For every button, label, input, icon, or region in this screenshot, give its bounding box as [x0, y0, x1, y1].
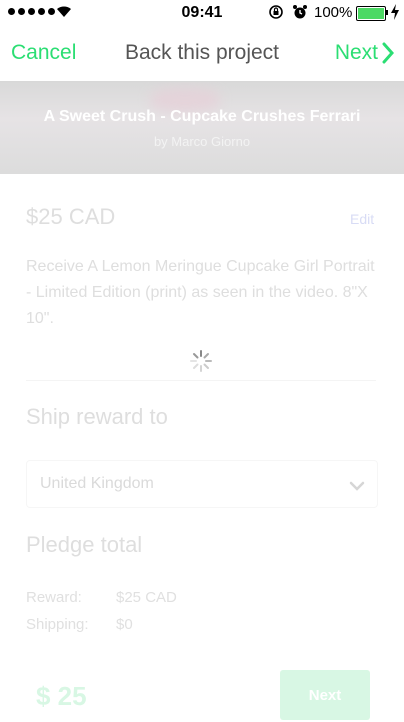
rotation-lock-icon	[269, 5, 283, 19]
next-button[interactable]: Next	[280, 670, 370, 720]
shipping-summary-value: $0	[116, 616, 133, 633]
divider	[26, 380, 376, 381]
reward-summary-value: $25 CAD	[116, 589, 177, 606]
reward-summary-key: Reward:	[26, 589, 82, 606]
next-nav-button[interactable]: Next	[335, 41, 394, 65]
project-title: A Sweet Crush - Cupcake Crushes Ferrari	[43, 108, 361, 125]
pledge-total-label: Pledge total	[26, 532, 143, 557]
chevron-right-icon	[382, 42, 394, 64]
reward-price: $25 CAD	[26, 204, 116, 229]
edit-reward-button[interactable]: Edit	[350, 211, 374, 227]
alarm-icon	[293, 5, 307, 19]
country-value: United Kingdom	[40, 475, 154, 492]
project-header: A Sweet Crush - Cupcake Crushes Ferrari …	[0, 82, 404, 174]
shipping-summary-key: Shipping:	[26, 616, 89, 633]
battery-percentage: 100%	[314, 4, 353, 21]
pledge-total-amount: $ 25	[36, 681, 87, 711]
charging-icon	[391, 4, 399, 20]
cancel-button[interactable]: Cancel	[11, 41, 76, 65]
next-nav-label: Next	[334, 41, 378, 64]
battery-icon	[356, 6, 386, 21]
navigation-bar: Cancel Back this project Next	[0, 26, 404, 82]
ship-reward-label: Ship reward to	[26, 404, 168, 429]
spinner-icon	[190, 350, 212, 372]
project-creator: by Marco Giorno	[153, 134, 251, 149]
battery-tip	[386, 10, 388, 15]
status-bar: 09:41 100%	[0, 0, 404, 26]
country-select[interactable]: United Kingdom	[26, 460, 378, 508]
chevron-down-icon	[349, 481, 365, 491]
reward-description: Receive A Lemon Meringue Cupcake Girl Po…	[26, 258, 375, 327]
